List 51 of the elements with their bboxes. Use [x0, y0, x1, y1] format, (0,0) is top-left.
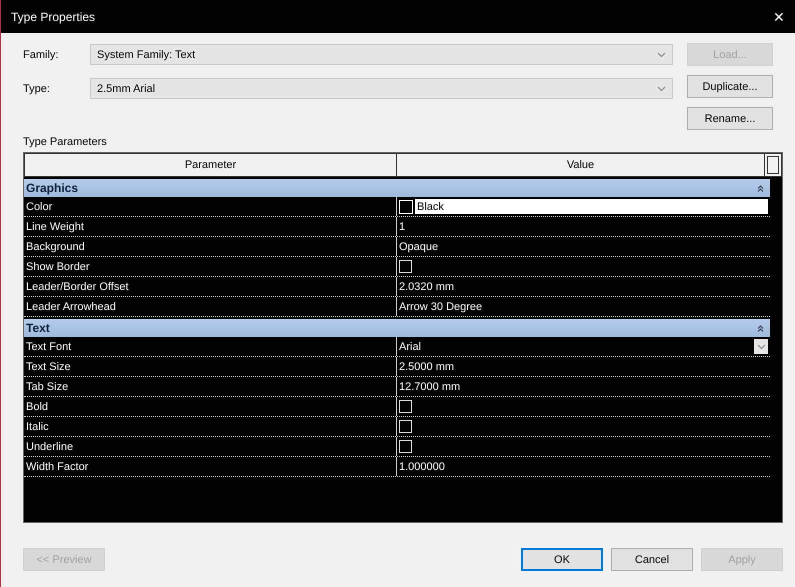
chevron-down-icon — [657, 86, 666, 92]
dropdown-button[interactable] — [754, 339, 768, 354]
checkbox[interactable] — [399, 440, 412, 453]
dialog-button[interactable]: OK — [521, 548, 603, 571]
color-swatch — [399, 200, 413, 214]
parameter-name: Background — [24, 237, 397, 256]
field-label: Family: — [23, 48, 60, 60]
value-text: 2.5000 mm — [399, 360, 454, 372]
color-field[interactable]: Black — [415, 199, 768, 214]
column-header[interactable]: Value — [397, 154, 765, 176]
value-text: Arial — [399, 340, 422, 352]
value-text: 1.000000 — [399, 460, 445, 472]
value-text: Arrow 30 Degree — [399, 300, 482, 312]
parameter-name: Width Factor — [24, 457, 397, 476]
parameter-name: Tab Size — [24, 377, 397, 396]
group-title: Text — [26, 321, 50, 335]
field-label: Type: — [23, 82, 51, 94]
checkbox[interactable] — [399, 400, 412, 413]
value-text: Opaque — [399, 240, 438, 252]
window-title: Type Properties — [11, 10, 96, 24]
chevron-down-icon — [756, 344, 766, 350]
dropdown-field[interactable]: 2.5mm Arial — [90, 78, 673, 99]
column-header[interactable]: Parameter — [25, 154, 397, 176]
checkbox[interactable] — [399, 260, 412, 273]
parameter-name: Line Weight — [24, 217, 397, 236]
parameter-name: Show Border — [24, 257, 397, 276]
collapse-icon[interactable] — [757, 324, 764, 332]
group-header[interactable]: Graphics — [24, 179, 770, 197]
parameter-name: Text Font — [24, 337, 397, 356]
parameter-name: Underline — [24, 437, 397, 456]
value-text: 1 — [399, 220, 406, 232]
header-button[interactable] — [767, 156, 779, 174]
close-button[interactable]: ✕ — [773, 8, 785, 24]
parameter-name: Italic — [24, 417, 397, 436]
chevron-down-icon — [657, 52, 666, 58]
value-text: 12.7000 mm — [399, 380, 460, 392]
checkbox[interactable] — [399, 420, 412, 433]
section-label: Type Parameters — [23, 136, 107, 148]
dropdown-field[interactable]: System Family: Text — [90, 44, 673, 65]
parameter-name: Bold — [24, 397, 397, 416]
parameter-name: Color — [24, 197, 397, 216]
parameter-name: Leader Arrowhead — [24, 297, 397, 316]
dialog-button[interactable]: Cancel — [611, 548, 693, 571]
group-title: Graphics — [26, 181, 78, 195]
value-text: 2.0320 mm — [399, 280, 454, 292]
parameter-name: Leader/Border Offset — [24, 277, 397, 296]
parameter-name: Text Size — [24, 357, 397, 376]
collapse-icon[interactable] — [757, 184, 764, 192]
group-header[interactable]: Text — [24, 319, 770, 337]
action-button[interactable]: Rename... — [687, 107, 773, 130]
action-button[interactable]: Duplicate... — [687, 75, 773, 98]
